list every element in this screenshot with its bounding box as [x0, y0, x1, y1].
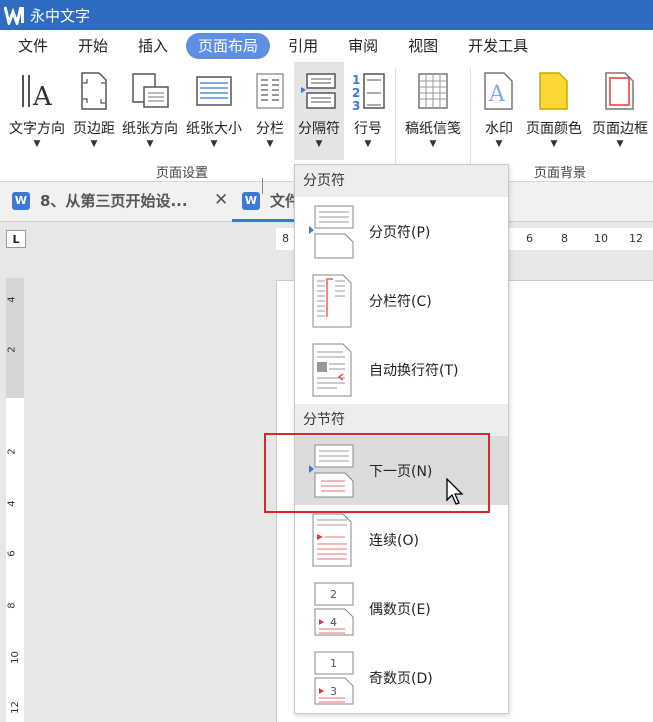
manuscript-button[interactable]: 稿纸信笺 ▼ — [400, 62, 466, 160]
menu-item-page-break[interactable]: 分页符(P) — [295, 197, 508, 266]
svg-text:A: A — [32, 82, 53, 111]
doc-tab-1[interactable]: W 8、从第三页开始设... — [12, 190, 188, 211]
caret-down-icon: ▼ — [315, 139, 323, 149]
caret-down-icon: ▼ — [210, 139, 218, 149]
vertical-ruler[interactable]: 4 2 2 4 6 8 10 12 — [6, 278, 24, 722]
tab-references[interactable]: 引用 — [276, 33, 330, 59]
text-wrap-break-icon — [307, 342, 357, 398]
odd-page-break-icon: 13 — [307, 650, 357, 706]
svg-text:1: 1 — [352, 73, 360, 87]
tab-view[interactable]: 视图 — [396, 33, 450, 59]
caret-down-icon: ▼ — [266, 139, 274, 149]
tab-developer[interactable]: 开发工具 — [456, 33, 540, 59]
line-numbers-button[interactable]: 123 行号 ▼ — [346, 62, 390, 160]
column-break-icon — [307, 273, 357, 329]
margins-icon — [73, 66, 115, 116]
manuscript-icon — [412, 66, 454, 116]
caret-down-icon: ▼ — [429, 139, 437, 149]
document-icon: W — [12, 191, 30, 210]
document-icon: W — [242, 191, 260, 210]
text-direction-button[interactable]: A 文字方向 ▼ — [4, 62, 70, 160]
menu-item-continuous[interactable]: 连续(O) — [295, 505, 508, 574]
page-break-icon — [307, 204, 357, 260]
group-label-page-background: 页面背景 — [534, 166, 587, 181]
doc-tab-2[interactable]: W 文件 — [242, 190, 300, 211]
tab-review[interactable]: 审阅 — [336, 33, 390, 59]
menu-item-odd-page[interactable]: 13 奇数页(D) — [295, 643, 508, 712]
app-title: 永中文字 — [30, 6, 91, 25]
page-corner-mark — [262, 178, 263, 194]
tab-stop-selector[interactable]: L — [6, 230, 26, 248]
caret-down-icon: ▼ — [495, 139, 503, 149]
margins-button[interactable]: 页边距 ▼ — [70, 62, 118, 160]
app-logo-icon — [4, 4, 26, 26]
page-border-icon — [599, 66, 641, 116]
orientation-button[interactable]: 纸张方向 ▼ — [118, 62, 182, 160]
caret-down-icon: ▼ — [364, 139, 372, 149]
even-page-break-icon: 24 — [307, 581, 357, 637]
tab-page-layout[interactable]: 页面布局 — [186, 33, 271, 59]
svg-text:3: 3 — [352, 99, 360, 111]
tab-home[interactable]: 开始 — [66, 33, 120, 59]
ribbon-separator — [395, 68, 396, 178]
text-direction-icon: A — [16, 66, 58, 116]
menu-item-column-break[interactable]: 分栏符(C) — [295, 266, 508, 335]
page-color-icon — [533, 66, 575, 116]
page-color-button[interactable]: 页面颜色 ▼ — [522, 62, 586, 160]
page-break-section-header: 分页符 — [295, 165, 508, 197]
tab-insert[interactable]: 插入 — [126, 33, 180, 59]
ribbon-separator — [470, 68, 471, 178]
columns-icon — [249, 66, 291, 116]
svg-text:2: 2 — [352, 86, 360, 100]
close-tab-icon[interactable]: ✕ — [214, 190, 228, 210]
continuous-break-icon — [307, 512, 357, 568]
svg-text:A: A — [488, 82, 506, 107]
mouse-cursor-icon — [446, 477, 464, 510]
watermark-icon: A — [478, 66, 520, 116]
caret-down-icon: ▼ — [33, 139, 41, 149]
columns-button[interactable]: 分栏 ▼ — [250, 62, 290, 160]
caret-down-icon: ▼ — [550, 139, 558, 149]
breaks-icon — [298, 66, 340, 116]
tab-file[interactable]: 文件 — [6, 33, 60, 59]
section-break-section-header: 分节符 — [295, 404, 508, 436]
svg-text:4: 4 — [330, 616, 337, 629]
menu-item-text-wrap-break[interactable]: 自动换行符(T) — [295, 335, 508, 404]
ribbon-tabs: 文件 开始 插入 页面布局 引用 审阅 视图 开发工具 — [0, 30, 653, 62]
caret-down-icon: ▼ — [616, 139, 624, 149]
caret-down-icon: ▼ — [90, 139, 98, 149]
svg-text:2: 2 — [330, 588, 337, 601]
watermark-button[interactable]: A 水印 ▼ — [478, 62, 520, 160]
orientation-icon — [129, 66, 171, 116]
page-border-button[interactable]: 页面边框 ▼ — [588, 62, 652, 160]
title-bar: 永中文字 — [0, 0, 653, 30]
menu-item-even-page[interactable]: 24 偶数页(E) — [295, 574, 508, 643]
paper-size-button[interactable]: 纸张大小 ▼ — [182, 62, 246, 160]
line-numbers-icon: 123 — [347, 66, 389, 116]
paper-size-icon — [193, 66, 235, 116]
svg-text:1: 1 — [330, 657, 337, 670]
svg-text:3: 3 — [330, 685, 337, 698]
caret-down-icon: ▼ — [146, 139, 154, 149]
group-label-page-setup: 页面设置 — [156, 166, 209, 181]
breaks-button[interactable]: 分隔符 ▼ — [294, 62, 344, 160]
